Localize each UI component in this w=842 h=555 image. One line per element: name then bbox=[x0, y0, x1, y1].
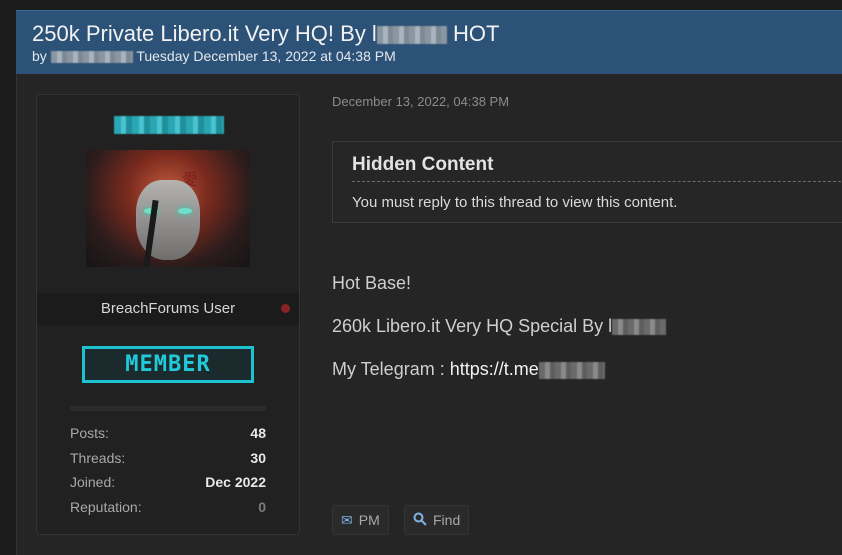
post-line-3: My Telegram : https://t.me bbox=[332, 359, 605, 380]
envelope-icon: ✉ bbox=[341, 511, 353, 528]
offline-status-dot bbox=[281, 304, 290, 313]
hidden-content-divider bbox=[352, 181, 842, 182]
profile-divider bbox=[70, 406, 266, 411]
redacted-telegram-handle bbox=[538, 361, 605, 379]
avatar-eye-right bbox=[178, 208, 192, 214]
post-line-1: Hot Base! bbox=[332, 273, 412, 293]
user-role-bar: BreachForums User bbox=[37, 293, 299, 325]
redacted-profile-username[interactable] bbox=[114, 116, 224, 134]
hidden-content-box: Hidden Content You must reply to this th… bbox=[332, 141, 842, 223]
redacted-author-name bbox=[376, 26, 447, 45]
telegram-link[interactable]: https://t.me bbox=[450, 359, 539, 379]
pm-button[interactable]: ✉ PM bbox=[332, 505, 389, 535]
thread-byline: by Tuesday December 13, 2022 at 04:38 PM bbox=[32, 48, 396, 64]
user-role: BreachForums User bbox=[100, 300, 236, 317]
hidden-content-title: Hidden Content bbox=[352, 154, 494, 175]
redacted-name bbox=[612, 319, 667, 336]
avatar[interactable]: 愛 bbox=[86, 150, 250, 267]
post-date: December 13, 2022, 04:38 PM bbox=[332, 94, 510, 109]
member-badge: MEMBER bbox=[82, 346, 254, 383]
thread-date: Tuesday December 13, 2022 at 04:38 PM bbox=[136, 48, 396, 64]
hidden-content-message: You must reply to this thread to view th… bbox=[352, 194, 678, 211]
stat-posts: Posts: 48 bbox=[70, 425, 266, 441]
stat-joined: Joined: Dec 2022 bbox=[70, 474, 266, 491]
thread-title: 250k Private Libero.it Very HQ! By l HOT bbox=[32, 21, 500, 46]
profile-stats: Posts: 48 Threads: 30 Joined: Dec 2022 R… bbox=[70, 425, 266, 523]
redacted-username[interactable] bbox=[50, 51, 133, 64]
find-button[interactable]: Find bbox=[404, 505, 470, 535]
stat-reputation: Reputation: 0 bbox=[70, 498, 266, 515]
post-line-2: 260k Libero.it Very HQ Special By l bbox=[332, 316, 667, 337]
stat-threads: Threads: 30 bbox=[70, 449, 266, 466]
author-profile-card: 愛 BreachForums User MEMBER Posts: 48 Thr… bbox=[36, 94, 300, 535]
search-icon bbox=[413, 512, 427, 529]
thread-header: 250k Private Libero.it Very HQ! By l HOT… bbox=[16, 10, 842, 74]
